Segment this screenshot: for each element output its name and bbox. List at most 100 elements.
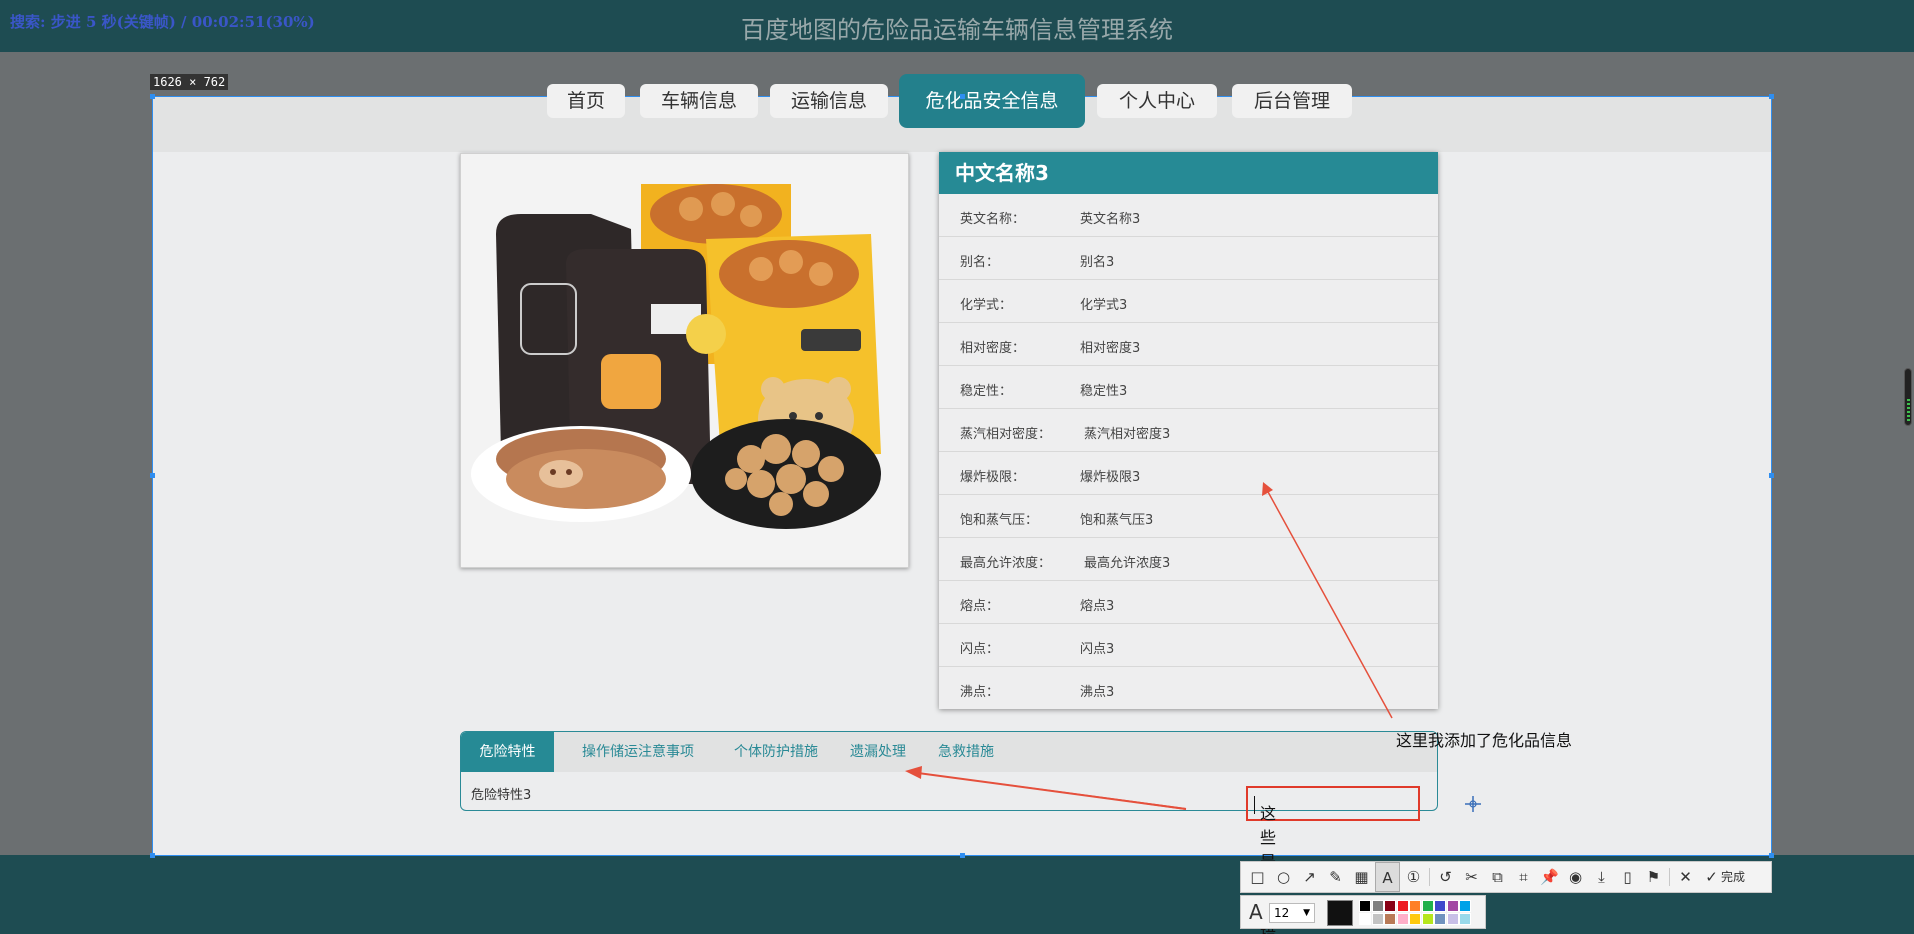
info-row: 沸点： 沸点3 — [939, 667, 1438, 710]
color-swatch[interactable] — [1434, 913, 1446, 925]
number-icon[interactable]: ① — [1401, 862, 1426, 892]
color-swatch[interactable] — [1409, 913, 1421, 925]
cut-icon[interactable]: ✂ — [1459, 862, 1484, 892]
long-screenshot-icon[interactable]: ▯ — [1615, 862, 1640, 892]
info-row: 英文名称： 英文名称3 — [939, 194, 1438, 237]
info-key: 别名： — [960, 255, 1000, 270]
annotation-note-measures[interactable]: 这些是处理措施 — [1254, 794, 1276, 934]
toolbar-divider — [1669, 868, 1670, 886]
ocr-icon[interactable]: ⧉ — [1485, 862, 1510, 892]
pin-icon[interactable]: 📌 — [1537, 862, 1562, 892]
done-button[interactable]: 完成 — [1721, 862, 1745, 892]
scan-icon[interactable]: ⌗ — [1511, 862, 1536, 892]
resize-handle[interactable] — [960, 94, 965, 99]
info-row: 稳定性： 稳定性3 — [939, 366, 1438, 409]
info-row: 别名： 别名3 — [939, 237, 1438, 280]
save-icon[interactable]: ⤓ — [1589, 862, 1614, 892]
color-swatch[interactable] — [1421, 900, 1434, 912]
info-value: 熔点3 — [1080, 599, 1115, 614]
tab-first-aid[interactable]: 急救措施 — [926, 732, 1006, 772]
chemical-info-card: 中文名称3 英文名称： 英文名称3 别名： 别名3 化学式： 化学式3 相对密度： 相对… — [939, 152, 1438, 709]
rectangle-icon[interactable]: □ — [1245, 862, 1270, 892]
selection-size-label: 1626 × 762 — [150, 74, 229, 90]
chemical-name-title: 中文名称3 — [939, 152, 1438, 194]
color-swatch[interactable] — [1359, 900, 1371, 912]
color-swatch[interactable] — [1459, 900, 1471, 912]
close-icon[interactable]: ✕ — [1673, 862, 1698, 892]
nav-item-profile[interactable]: 个人中心 — [1097, 84, 1217, 118]
info-row: 最高允许浓度： 最高允许浓度3 — [939, 538, 1438, 581]
annotation-text-box[interactable]: 这些是处理措施 — [1246, 786, 1420, 934]
info-key: 蒸汽相对密度： — [960, 427, 1052, 442]
tab-leak-handling[interactable]: 遗漏处理 — [838, 732, 918, 772]
color-swatch[interactable] — [1409, 900, 1421, 912]
nav-item-home[interactable]: 首页 — [547, 84, 625, 118]
annotation-note-added-info[interactable]: 这里我添加了危化品信息 — [1396, 727, 1572, 751]
resize-handle[interactable] — [1769, 94, 1774, 99]
color-swatch[interactable] — [1396, 900, 1409, 912]
arrow-icon[interactable]: ↗ — [1297, 862, 1322, 892]
mosaic-icon[interactable]: ▦ — [1349, 862, 1374, 892]
record-icon[interactable]: ◉ — [1563, 862, 1588, 892]
info-value: 别名3 — [1080, 255, 1115, 270]
tab-hazard-properties[interactable]: 危险特性 — [461, 732, 554, 772]
info-row: 化学式： 化学式3 — [939, 280, 1438, 323]
text-icon[interactable]: A — [1375, 862, 1400, 892]
info-value: 相对密度3 — [1080, 341, 1141, 356]
nav-item-vehicles[interactable]: 车辆信息 — [640, 84, 758, 118]
info-value: 饱和蒸气压3 — [1080, 513, 1154, 528]
info-key: 爆炸极限： — [960, 470, 1026, 485]
bookmark-icon[interactable]: ⚑ — [1641, 862, 1666, 892]
scrollbar-thumb[interactable] — [1904, 368, 1912, 426]
info-value: 最高允许浓度3 — [1084, 556, 1171, 571]
color-swatch[interactable] — [1371, 900, 1384, 912]
color-swatch[interactable] — [1446, 900, 1459, 912]
resize-handle[interactable] — [150, 94, 155, 99]
font-size-icon: A — [1249, 900, 1263, 924]
resize-handle[interactable] — [1769, 853, 1774, 858]
resize-handle[interactable] — [1769, 473, 1774, 478]
info-key: 稳定性： — [960, 384, 1013, 399]
color-swatch[interactable] — [1446, 913, 1459, 925]
info-key: 闪点： — [960, 642, 1000, 657]
color-swatch[interactable] — [1434, 900, 1446, 912]
info-value: 英文名称3 — [1080, 212, 1141, 227]
tab-strip: 危险特性 操作储运注意事项 个体防护措施 遗漏处理 急救措施 — [461, 732, 1437, 772]
product-image — [460, 153, 909, 568]
info-row: 相对密度： 相对密度3 — [939, 323, 1438, 366]
color-swatch[interactable] — [1371, 913, 1384, 925]
nav-item-hazmat-safety[interactable]: 危化品安全信息 — [899, 74, 1085, 128]
resize-handle[interactable] — [150, 473, 155, 478]
crosshair-cursor-icon — [1465, 796, 1481, 812]
nav-item-admin[interactable]: 后台管理 — [1232, 84, 1352, 118]
info-key: 饱和蒸气压： — [960, 513, 1039, 528]
undo-icon[interactable]: ↺ — [1433, 862, 1458, 892]
tab-personal-protection[interactable]: 个体防护措施 — [721, 732, 831, 772]
player-status-overlay: 搜索: 步进 5 秒(关键帧) / 00:02:51(30%) — [10, 13, 315, 31]
font-size-select[interactable]: 12 — [1269, 903, 1315, 923]
color-swatch[interactable] — [1384, 900, 1396, 912]
screenshot-toolbar: □ ○ ↗ ✎ ▦ A ① ↺ ✂ ⧉ ⌗ 📌 ◉ ⤓ ▯ ⚑ ✕ ✓ 完成 — [1240, 861, 1772, 893]
info-value: 化学式3 — [1080, 298, 1128, 313]
ellipse-icon[interactable]: ○ — [1271, 862, 1296, 892]
info-value: 蒸汽相对密度3 — [1084, 427, 1171, 442]
info-key: 沸点： — [960, 685, 1000, 700]
info-row: 爆炸极限： 爆炸极限3 — [939, 452, 1438, 495]
current-color-swatch[interactable] — [1327, 900, 1353, 926]
color-swatch[interactable] — [1421, 913, 1434, 925]
info-key: 最高允许浓度： — [960, 556, 1052, 571]
color-swatch[interactable] — [1396, 913, 1409, 925]
toolbar-divider — [1429, 868, 1430, 886]
color-swatch[interactable] — [1459, 913, 1471, 925]
color-swatch[interactable] — [1359, 913, 1371, 925]
info-value: 稳定性3 — [1080, 384, 1128, 399]
resize-handle[interactable] — [960, 853, 965, 858]
tab-handling-storage[interactable]: 操作储运注意事项 — [563, 732, 713, 772]
color-swatch[interactable] — [1384, 913, 1396, 925]
info-key: 英文名称： — [960, 212, 1026, 227]
info-row: 闪点： 闪点3 — [939, 624, 1438, 667]
resize-handle[interactable] — [150, 853, 155, 858]
nav-item-transport[interactable]: 运输信息 — [770, 84, 888, 118]
pen-icon[interactable]: ✎ — [1323, 862, 1348, 892]
info-row: 饱和蒸气压： 饱和蒸气压3 — [939, 495, 1438, 538]
